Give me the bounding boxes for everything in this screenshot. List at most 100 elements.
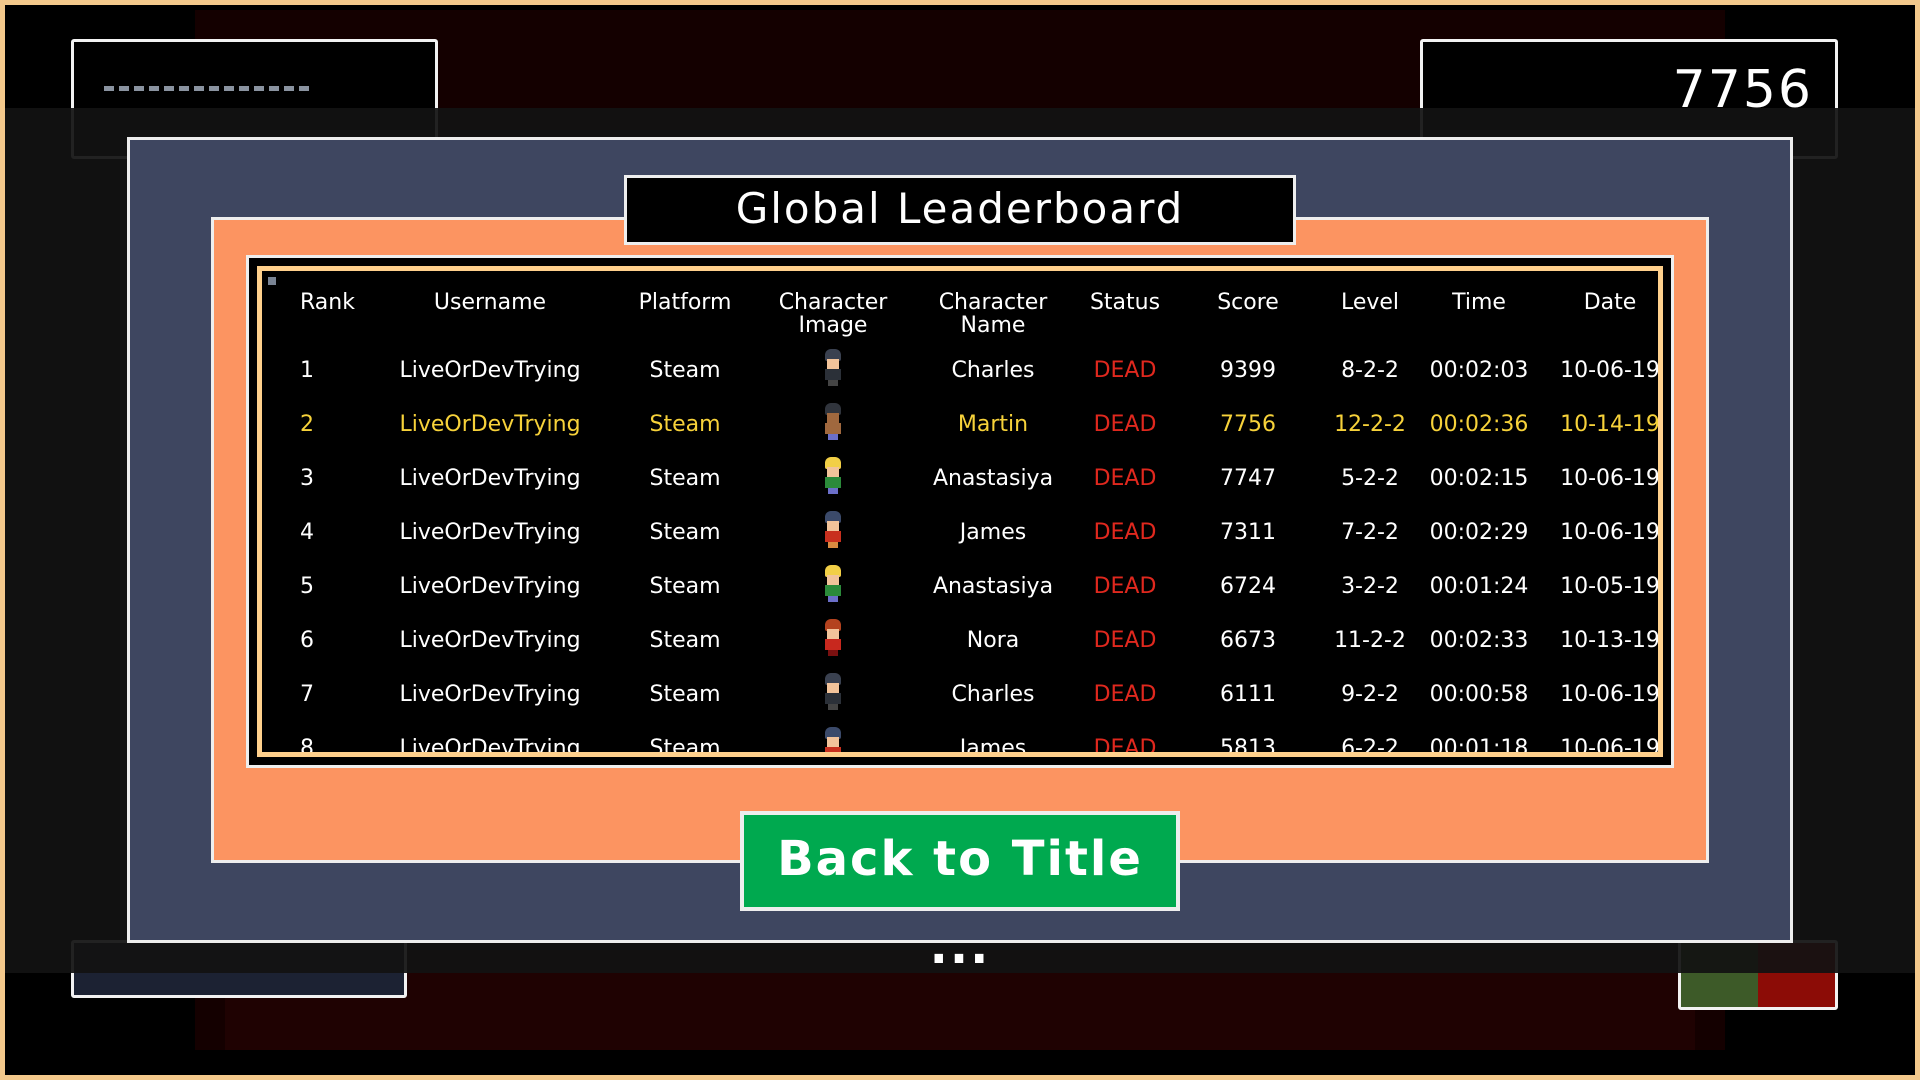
column-header-username: Username [433,290,547,315]
cell-level: 6-2-2 [1341,736,1399,757]
charles-character-icon [822,349,844,387]
cell-platform: Steam [649,574,721,599]
cell-rank: 7 [300,682,314,707]
cell-platform: Steam [649,520,721,545]
martin-character-icon [822,403,844,441]
cell-score: 7311 [1220,520,1276,545]
table-row[interactable]: 4 LiveOrDevTrying Steam James DEAD 7311 7-2-2 0… [262,511,1660,571]
cell-date: 10-06-19 [1560,736,1660,757]
health-bar [104,86,309,91]
cell-time: 00:02:33 [1429,628,1529,653]
table-row[interactable]: 1 LiveOrDevTrying Steam Charles DEAD 9399 8-2-… [262,349,1660,409]
table-row[interactable]: 3 LiveOrDevTrying Steam Anastasiya DEAD 7747 5… [262,457,1660,517]
column-header-level: Level [1340,290,1400,315]
cell-username: LiveOrDevTrying [399,736,581,757]
cell-char-name: Charles [951,682,1035,707]
anastasiya-character-icon [822,457,844,495]
cell-username: LiveOrDevTrying [399,520,581,545]
cell-rank: 3 [300,466,314,491]
cell-level: 11-2-2 [1334,628,1406,653]
page-title: Global Leaderboard [624,175,1296,245]
back-to-title-button[interactable]: Back to Title ... [740,811,1180,975]
column-header-rank: Rank [300,290,355,315]
column-header-date: Date [1583,290,1637,315]
scroll-handle[interactable] [268,277,276,285]
cell-score: 9399 [1220,358,1276,383]
cell-date: 10-05-19 [1560,574,1660,599]
cell-platform: Steam [649,682,721,707]
column-header-platform: Platform [638,290,732,315]
cell-username: LiveOrDevTrying [399,682,581,707]
cell-time: 00:02:15 [1429,466,1529,491]
column-header-time: Time [1452,290,1506,315]
table-row[interactable]: 5 LiveOrDevTrying Steam Anastasiya DEAD 6724 3… [262,565,1660,625]
cell-char-name: Martin [957,412,1029,437]
column-header-status: Status [1089,290,1161,315]
cell-status: DEAD [1093,736,1157,757]
cell-time: 00:02:36 [1429,412,1529,437]
anastasiya-character-icon [822,565,844,603]
cell-score: 6111 [1220,682,1276,707]
cell-status: DEAD [1093,412,1157,437]
cell-rank: 1 [300,358,314,383]
cell-status: DEAD [1093,574,1157,599]
cell-char-name: James [959,736,1027,757]
cell-date: 10-06-19 [1560,682,1660,707]
cell-rank: 8 [300,736,314,757]
cell-date: 10-06-19 [1560,358,1660,383]
cell-score: 7756 [1220,412,1276,437]
cell-rank: 4 [300,520,314,545]
cell-username: LiveOrDevTrying [399,412,581,437]
column-header-score: Score [1217,290,1279,315]
cell-time: 00:00:58 [1429,682,1529,707]
cell-char-name: James [959,520,1027,545]
table-row[interactable]: 6 LiveOrDevTrying Steam Nora DEAD 6673 11-2-2 0… [262,619,1660,679]
cell-platform: Steam [649,358,721,383]
cell-username: LiveOrDevTrying [399,574,581,599]
leaderboard-table[interactable]: Rank Username Platform Character Image Chara… [246,255,1674,768]
cell-rank: 6 [300,628,314,653]
cell-date: 10-06-19 [1560,466,1660,491]
cell-username: LiveOrDevTrying [399,628,581,653]
cell-level: 5-2-2 [1341,466,1399,491]
cell-level: 8-2-2 [1341,358,1399,383]
nora-character-icon [822,619,844,657]
cell-status: DEAD [1093,520,1157,545]
cell-rank: 2 [300,412,314,437]
cell-level: 3-2-2 [1341,574,1399,599]
cell-time: 00:01:18 [1429,736,1529,757]
column-header-char-name: Character Name [938,290,1048,338]
cell-platform: Steam [649,466,721,491]
cell-level: 12-2-2 [1334,412,1406,437]
cell-status: DEAD [1093,628,1157,653]
table-row[interactable]: 2 LiveOrDevTrying Steam Martin DEAD 7756 12-2-… [262,403,1660,463]
cell-date: 10-13-19 [1560,628,1660,653]
cell-status: DEAD [1093,466,1157,491]
cell-status: DEAD [1093,358,1157,383]
cell-score: 5813 [1220,736,1276,757]
cell-char-name: Charles [951,358,1035,383]
cell-rank: 5 [300,574,314,599]
cell-date: 10-06-19 [1560,520,1660,545]
cell-score: 6724 [1220,574,1276,599]
table-row[interactable]: 7 LiveOrDevTrying Steam Charles DEAD 6111 9-2-… [262,673,1660,733]
column-header-char-image: Character Image [778,290,888,338]
cell-platform: Steam [649,628,721,653]
james-character-icon [822,727,844,752]
cell-time: 00:01:24 [1429,574,1529,599]
charles-character-icon [822,673,844,711]
cell-score: 6673 [1220,628,1276,653]
cell-status: DEAD [1093,682,1157,707]
cell-char-name: Anastasiya [932,466,1054,491]
cell-level: 7-2-2 [1341,520,1399,545]
cell-platform: Steam [649,736,721,757]
cell-date: 10-14-19 [1560,412,1660,437]
table-row[interactable]: 8 LiveOrDevTrying Steam James DEAD 5813 6-2-2 0… [262,727,1660,757]
cell-platform: Steam [649,412,721,437]
leaderboard-scroll-area[interactable]: Rank Username Platform Character Image Chara… [257,266,1663,757]
cell-char-name: Nora [966,628,1020,653]
cell-level: 9-2-2 [1341,682,1399,707]
cell-username: LiveOrDevTrying [399,358,581,383]
cell-score: 7747 [1220,466,1276,491]
cell-username: LiveOrDevTrying [399,466,581,491]
